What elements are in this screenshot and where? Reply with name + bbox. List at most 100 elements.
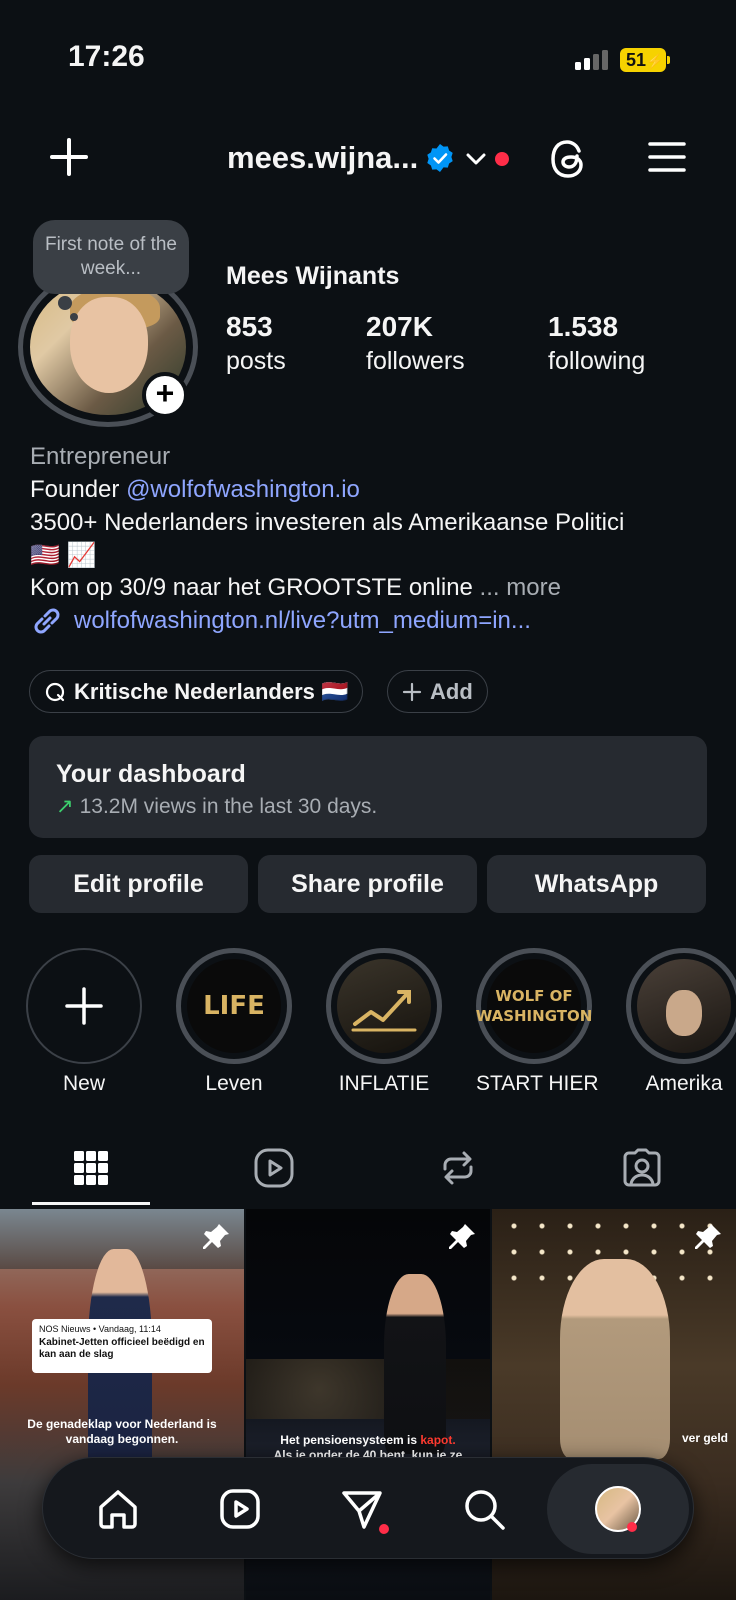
grid-icon — [74, 1151, 108, 1185]
note-bubble-tail — [58, 296, 72, 310]
bottom-navigation — [42, 1457, 694, 1559]
cellular-signal-icon — [575, 50, 608, 70]
add-pill-button[interactable]: Add — [387, 670, 488, 713]
threads-icon — [551, 140, 583, 178]
highlight-portrait — [666, 990, 702, 1036]
chart-up-icon — [351, 990, 417, 1032]
link-icon — [34, 608, 60, 634]
threads-small-icon — [45, 682, 65, 701]
hamburger-menu-icon — [648, 142, 686, 172]
share-profile-button[interactable]: Share profile — [258, 855, 477, 913]
highlight-inflatie[interactable]: INFLATIE — [326, 948, 442, 1096]
highlight-label: START HIER — [476, 1072, 599, 1095]
trend-up-icon: ↗ — [56, 795, 74, 818]
nav-search[interactable] — [439, 1458, 529, 1560]
following-stat[interactable]: 1.538 following — [548, 311, 645, 376]
highlight-ring — [326, 948, 442, 1064]
home-icon — [99, 1490, 137, 1529]
whatsapp-button[interactable]: WhatsApp — [487, 855, 706, 913]
bio-website-link[interactable]: wolfofwashington.nl/live?utm_medium=in..… — [30, 604, 531, 638]
account-username[interactable]: mees.wijna... — [227, 140, 418, 176]
news-title: Kabinet-Jetten officieel beëdigd en kan … — [39, 1337, 205, 1360]
tagged-person-icon — [623, 1148, 661, 1187]
followers-label: followers — [366, 347, 465, 375]
pin-icon — [449, 1224, 475, 1249]
dashboard-title: Your dashboard — [56, 760, 246, 788]
messages-notification-dot — [379, 1524, 389, 1534]
post-person — [384, 1274, 446, 1454]
bio-ellipsis: ... — [472, 574, 507, 601]
highlight-label: INFLATIE — [338, 1072, 430, 1095]
tab-tagged[interactable] — [582, 1140, 702, 1196]
note-bubble[interactable]: First note of the week... — [33, 220, 189, 294]
highlight-ring: LIFE — [176, 948, 292, 1064]
professional-dashboard[interactable]: Your dashboard ↗ 13.2M views in the last … — [29, 736, 707, 838]
bio-emoji-line: 🇺🇸 📈 — [30, 542, 97, 569]
bio-founder-text: Founder — [30, 476, 127, 503]
tab-reels[interactable] — [214, 1140, 334, 1196]
account-notification-dot — [495, 152, 509, 166]
highlight-new[interactable]: New — [26, 948, 142, 1096]
active-tab-indicator — [32, 1202, 150, 1205]
reels-icon — [254, 1148, 294, 1188]
bio-line-event: Kom op 30/9 naar het GROOTSTE online ...… — [30, 574, 561, 602]
edit-profile-button[interactable]: Edit profile — [29, 855, 248, 913]
highlight-cover-wolf: WOLF OF WASHINGTON — [476, 959, 592, 1053]
note-bubble-tail-small — [70, 313, 78, 321]
nav-reels[interactable] — [195, 1458, 285, 1560]
highlight-start-hier[interactable]: WOLF OF WASHINGTON START HIER — [476, 948, 599, 1096]
community-label: Kritische Nederlanders 🇳🇱 — [74, 678, 349, 704]
add-story-button[interactable]: + — [142, 372, 188, 418]
reels-icon — [220, 1489, 260, 1529]
posts-stat[interactable]: 853 posts — [226, 311, 286, 376]
nav-direct-messages[interactable] — [317, 1458, 407, 1560]
post-city-lights — [246, 1359, 490, 1419]
nav-profile[interactable] — [573, 1458, 663, 1560]
tab-reposts[interactable] — [398, 1140, 518, 1196]
news-source: NOS Nieuws • Vandaag, 11:14 — [39, 1324, 161, 1334]
following-label: following — [548, 347, 646, 375]
dashboard-subtitle: ↗ 13.2M views in the last 30 days. — [56, 794, 377, 819]
status-time: 17:26 — [68, 40, 145, 73]
followers-stat[interactable]: 207K followers — [366, 311, 465, 376]
send-icon — [342, 1491, 382, 1529]
plus-icon — [50, 138, 88, 176]
chevron-down-icon[interactable] — [466, 152, 486, 166]
verified-badge-icon — [427, 144, 453, 172]
highlight-ring: WOLF OF WASHINGTON — [476, 948, 592, 1064]
news-card: NOS Nieuws • Vandaag, 11:14 Kabinet-Jett… — [32, 1319, 212, 1373]
tab-posts-grid[interactable] — [31, 1140, 151, 1196]
highlight-ring — [26, 948, 142, 1064]
highlight-ring — [626, 948, 736, 1064]
post-caption: De genadeklap voor Nederland is vandaag … — [27, 1417, 217, 1446]
posts-label: posts — [226, 347, 286, 375]
website-url: wolfofwashington.nl/live?utm_medium=in..… — [74, 607, 531, 634]
bio-category: Entrepreneur — [30, 443, 171, 470]
community-pill[interactable]: Kritische Nederlanders 🇳🇱 — [29, 670, 364, 713]
menu-button[interactable] — [644, 134, 690, 180]
profile-notification-dot — [627, 1522, 637, 1532]
note-text: First note of the week... — [44, 234, 177, 279]
followers-count: 207K — [366, 311, 433, 342]
search-icon — [465, 1490, 505, 1530]
highlight-label: New — [62, 1072, 105, 1095]
plus-small-icon — [402, 682, 422, 701]
create-post-button[interactable] — [46, 134, 92, 180]
threads-button[interactable] — [544, 134, 594, 184]
posts-count: 853 — [226, 311, 273, 342]
highlight-leven[interactable]: LIFE Leven — [176, 948, 292, 1096]
pin-icon — [203, 1224, 229, 1249]
highlight-cover-amerika — [637, 959, 731, 1053]
bio-more-link[interactable]: more — [506, 574, 561, 601]
battery-icon: 51⚡ — [620, 48, 670, 72]
nav-home[interactable] — [73, 1458, 163, 1560]
full-name: Mees Wijnants — [226, 262, 400, 290]
dashboard-views-text: 13.2M views in the last 30 days. — [79, 795, 378, 818]
following-count: 1.538 — [548, 311, 619, 342]
highlight-cover-life: LIFE — [187, 959, 281, 1053]
bio-mention-link[interactable]: @wolfofwashington.io — [126, 476, 360, 503]
highlight-amerika[interactable]: Amerika — [626, 948, 736, 1096]
plus-icon — [65, 987, 103, 1025]
add-pill-label: Add — [430, 678, 473, 704]
highlight-label: Amerika — [645, 1072, 723, 1095]
